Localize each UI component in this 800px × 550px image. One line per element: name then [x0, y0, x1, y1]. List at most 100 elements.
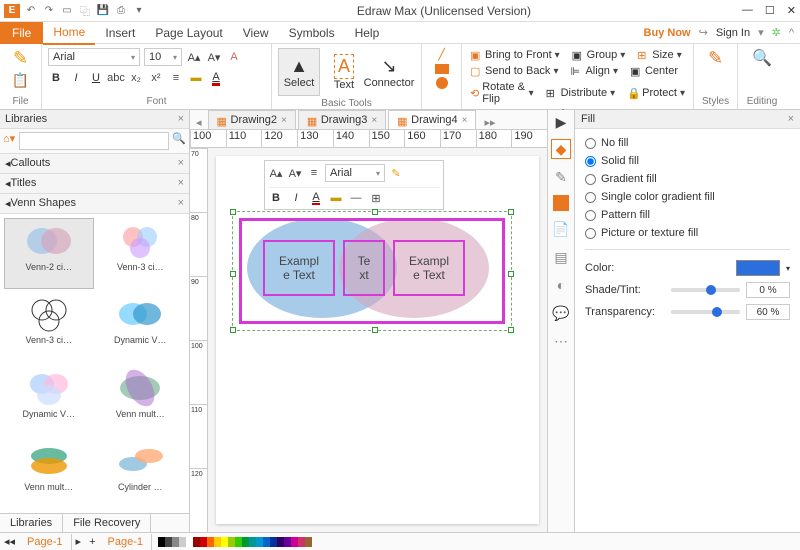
float-more-icon[interactable]: ⊞ [368, 190, 384, 206]
tab-nav-right-icon[interactable]: ▸▸ [478, 116, 501, 129]
page-nav-left-icon[interactable]: ◂◂ [0, 535, 19, 548]
undo-icon[interactable]: ↶ [24, 4, 38, 18]
rail-collapse-icon[interactable]: ▶ [556, 114, 567, 131]
doc-tab-drawing4[interactable]: ▦Drawing4× [388, 110, 476, 129]
home-library-icon[interactable]: ⌂▾ [3, 132, 16, 150]
shape-venn-mult[interactable]: Venn mult… [96, 365, 186, 436]
libraries-close-icon[interactable]: × [178, 113, 184, 125]
selection-box[interactable]: Exampl e Text Te xt Exampl e Text [232, 211, 512, 331]
shape-dynamic-v[interactable]: Dynamic V… [96, 291, 186, 362]
styles-icon[interactable]: ✎ [708, 48, 723, 69]
decrease-font-icon[interactable]: A▾ [206, 49, 222, 65]
rail-theme-icon[interactable]: ◐ [551, 275, 571, 295]
float-decfont-icon[interactable]: A▾ [287, 165, 303, 181]
center-button[interactable]: ▣Center [628, 64, 680, 78]
select-tool[interactable]: ▲Select [278, 48, 320, 96]
float-line-icon[interactable]: — [348, 190, 364, 206]
float-color-icon[interactable]: A [308, 190, 324, 206]
circle-shape-icon[interactable] [436, 77, 448, 89]
menu-home[interactable]: Home [43, 21, 95, 45]
share-icon[interactable]: ↪ [699, 26, 708, 39]
tab-nav-left-icon[interactable]: ◂ [190, 116, 208, 129]
shape-cylinder[interactable]: Cylinder … [96, 438, 186, 509]
callouts-close-icon[interactable]: × [178, 157, 184, 170]
save-icon[interactable]: 💾 [96, 4, 110, 18]
collapse-ribbon-icon[interactable]: ^ [789, 27, 794, 39]
rect-shape-icon[interactable] [435, 64, 449, 74]
italic-icon[interactable]: I [68, 70, 84, 86]
print-icon[interactable]: ⎙ [114, 4, 128, 18]
titles-close-icon[interactable]: × [178, 177, 184, 190]
float-align-icon[interactable]: ≡ [306, 165, 322, 181]
menu-insert[interactable]: Insert [95, 22, 145, 44]
float-painter-icon[interactable]: ✎ [388, 165, 404, 181]
help-icon[interactable]: ▾ [758, 26, 764, 39]
rail-page-icon[interactable]: 📄 [551, 219, 571, 239]
section-titles[interactable]: Titles [11, 177, 37, 190]
doc-tab-drawing3[interactable]: ▦Drawing3× [298, 110, 386, 129]
section-venn[interactable]: Venn Shapes [11, 197, 76, 210]
superscript-icon[interactable]: x² [148, 70, 164, 86]
rail-fill-icon[interactable]: ◆ [551, 139, 571, 159]
shade-slider[interactable] [671, 288, 740, 292]
qat-more-icon[interactable]: ▾ [132, 4, 146, 18]
float-italic-icon[interactable]: I [288, 190, 304, 206]
page-tab-1b[interactable]: Page-1 [100, 534, 152, 550]
font-size-dropdown[interactable]: 10▾ [144, 48, 182, 66]
transparency-slider[interactable] [671, 310, 740, 314]
redo-icon[interactable]: ↷ [42, 4, 56, 18]
venn-close-icon[interactable]: × [178, 197, 184, 210]
radio-nofill[interactable]: No fill [585, 137, 790, 149]
radio-solid[interactable]: Solid fill [585, 155, 790, 167]
float-fill-icon[interactable]: ▬ [328, 190, 344, 206]
send-back-button[interactable]: ▢Send to Back▾ [468, 64, 560, 78]
maximize-button[interactable]: ☐ [765, 4, 775, 17]
rail-more-icon[interactable]: ⋯ [551, 331, 571, 351]
highlight-icon[interactable]: ▬ [188, 70, 204, 86]
connector-tool[interactable]: ↘Connector [368, 48, 410, 96]
fill-panel-close-icon[interactable]: × [788, 113, 794, 125]
subscript-icon[interactable]: x₂ [128, 70, 144, 86]
group-button[interactable]: ▣Group▾ [570, 48, 628, 62]
text-color-icon[interactable]: A [208, 70, 224, 86]
bold-icon[interactable]: B [48, 70, 64, 86]
rail-comment-icon[interactable]: 💬 [551, 303, 571, 323]
buy-now-link[interactable]: Buy Now [644, 27, 691, 39]
new-icon[interactable]: ▭ [60, 4, 74, 18]
radio-single-gradient[interactable]: Single color gradient fill [585, 191, 790, 203]
increase-font-icon[interactable]: A▴ [186, 49, 202, 65]
radio-picture[interactable]: Picture or texture fill [585, 227, 790, 239]
close-button[interactable]: ✕ [787, 4, 796, 17]
underline-icon[interactable]: U [88, 70, 104, 86]
align-button[interactable]: ⊫Align▾ [568, 64, 620, 78]
rail-layer-icon[interactable]: ▤ [551, 247, 571, 267]
find-icon[interactable]: 🔍 [752, 48, 772, 68]
rail-shadow-icon[interactable] [553, 195, 569, 211]
rail-line-icon[interactable]: ✎ [551, 167, 571, 187]
page-nav-right-icon[interactable]: ▸ [72, 535, 86, 548]
float-incfont-icon[interactable]: A▴ [268, 165, 284, 181]
format-painter-icon[interactable]: ✎ [13, 48, 28, 69]
open-icon[interactable]: ⿻ [78, 4, 92, 18]
file-menu[interactable]: File [0, 22, 43, 44]
bullets-icon[interactable]: ≡ [168, 70, 184, 86]
venn-text-center[interactable]: Te xt [343, 240, 385, 296]
drawing-canvas[interactable]: A▴ A▾ ≡ Arial▾ ✎ B I A ▬ — ⊞ [216, 156, 539, 524]
menu-page-layout[interactable]: Page Layout [145, 22, 232, 44]
float-bold-icon[interactable]: B [268, 190, 284, 206]
library-search-input[interactable] [19, 132, 169, 150]
sign-in-link[interactable]: Sign In [716, 27, 750, 39]
distribute-button[interactable]: ⊞Distribute▾ [544, 86, 618, 100]
tab-file-recovery[interactable]: File Recovery [63, 514, 151, 532]
settings-icon[interactable]: ✲ [772, 26, 781, 39]
radio-pattern[interactable]: Pattern fill [585, 209, 790, 221]
search-icon[interactable]: 🔍 [172, 132, 186, 150]
page-tab-1[interactable]: Page-1 [19, 534, 71, 550]
size-button[interactable]: ⊞Size▾ [635, 48, 683, 62]
shape-venn3a[interactable]: Venn-3 ci… [96, 218, 186, 289]
shape-venn-mult2[interactable]: Venn mult… [4, 438, 94, 509]
rotate-button[interactable]: ⟲Rotate & Flip▾ [468, 80, 536, 106]
line-shape-icon[interactable]: ╱ [438, 48, 445, 61]
clear-format-icon[interactable]: A [226, 49, 242, 65]
add-page-icon[interactable]: + [85, 536, 99, 548]
